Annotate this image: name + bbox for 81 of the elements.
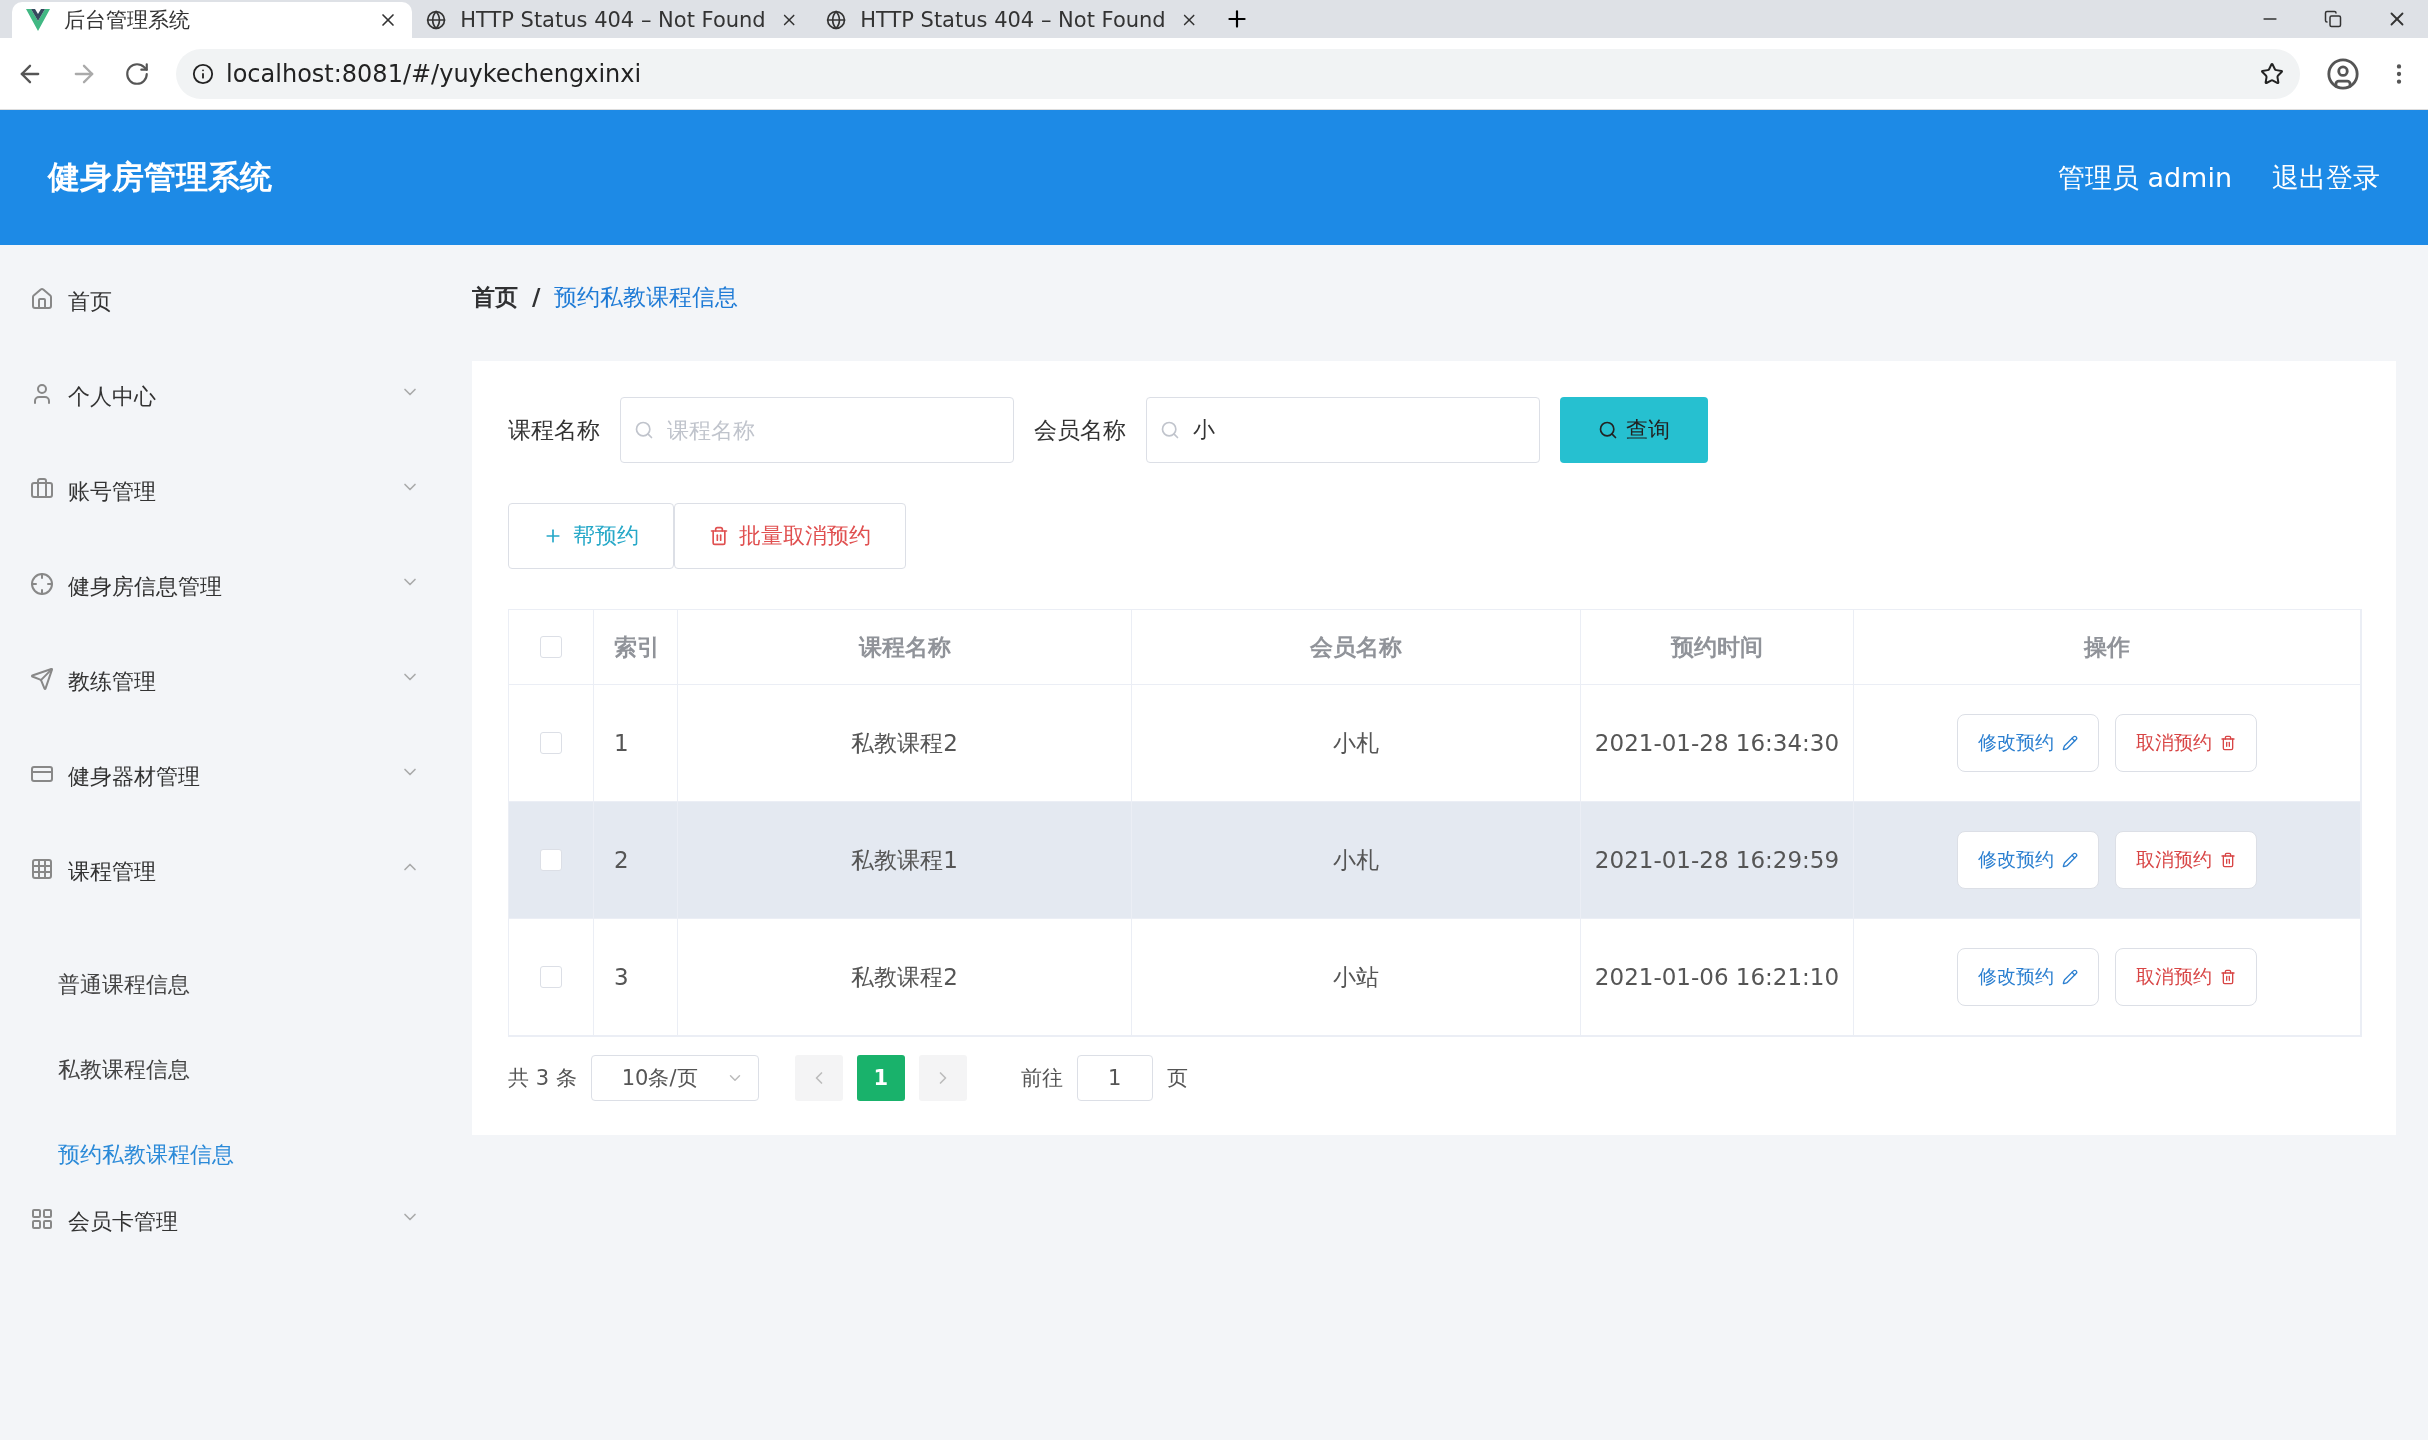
reload-icon[interactable] (124, 60, 150, 87)
star-icon[interactable] (2260, 61, 2284, 86)
trash-icon (2220, 969, 2236, 985)
home-icon (30, 287, 54, 311)
checkbox[interactable] (540, 849, 562, 871)
grid-icon (30, 857, 54, 881)
address-bar[interactable]: localhost:8081/#/yuykechengxinxi (176, 48, 2300, 99)
paper-plane-icon (30, 667, 54, 691)
v-logo-icon (26, 9, 50, 31)
sidebar-item[interactable]: 课程管理 (0, 847, 450, 942)
pencil-icon (2062, 852, 2078, 868)
table-cell: 私教课程2 (678, 919, 1132, 1035)
trash-icon (709, 526, 729, 546)
sidebar-item[interactable]: 教练管理 (0, 657, 450, 752)
goto-label: 前往 (1020, 1065, 1063, 1092)
search-field[interactable]: 小 (1146, 397, 1540, 463)
submenu-item[interactable]: 私教课程信息 (0, 1027, 450, 1112)
column-header: 操作 (1854, 610, 2361, 684)
search-field[interactable]: 课程名称 (620, 397, 1014, 463)
search-icon (1598, 420, 1618, 440)
table-cell: 2 (594, 802, 678, 918)
table-cell: 3 (594, 919, 678, 1035)
user-label: 管理员 admin (2057, 160, 2232, 195)
page-input[interactable]: 1 (1076, 1055, 1153, 1101)
globe-icon (826, 9, 847, 31)
app-title: 健身房管理系统 (48, 156, 272, 198)
batch-cancel-button[interactable]: 批量取消预约 (674, 503, 906, 569)
checkbox[interactable] (540, 732, 562, 754)
sidebar-item[interactable]: 健身器材管理 (0, 752, 450, 847)
profile-icon[interactable] (2326, 56, 2360, 91)
table-cell: 1 (594, 685, 678, 801)
checkbox[interactable] (540, 966, 562, 988)
cancel-button[interactable]: 取消预约 (2115, 948, 2257, 1006)
url-text: localhost:8081/#/yuykechengxinxi (226, 59, 642, 88)
cancel-button[interactable]: 取消预约 (2115, 714, 2257, 772)
table-cell: 小札 (1132, 685, 1581, 801)
total-count: 共 3 条 (508, 1065, 577, 1092)
sidebar-item[interactable]: 健身房信息管理 (0, 562, 450, 657)
crosshair-icon (30, 572, 54, 596)
logout-link[interactable]: 退出登录 (2272, 159, 2380, 196)
sidebar-item[interactable]: 会员卡管理 (0, 1197, 450, 1292)
column-header: 索引 (594, 610, 678, 684)
column-header: 会员名称 (1132, 610, 1581, 684)
edit-button[interactable]: 修改预约 (1957, 831, 2099, 889)
submenu-item[interactable]: 普通课程信息 (0, 942, 450, 1027)
table-cell: 2021-01-28 16:34:30 (1581, 685, 1854, 801)
sidebar-item[interactable]: 个人中心 (0, 372, 450, 467)
browser-tab[interactable]: HTTP Status 404 – Not Found (412, 2, 812, 38)
sidebar-item[interactable]: 首页 (0, 277, 450, 372)
table-cell: 2021-01-06 16:21:10 (1581, 919, 1854, 1035)
browser-tab[interactable]: 后台管理系统 (12, 2, 412, 38)
table-cell: 小札 (1132, 802, 1581, 918)
pencil-icon (2062, 969, 2078, 985)
table-cell: 小站 (1132, 919, 1581, 1035)
sidebar-item[interactable]: 账号管理 (0, 467, 450, 562)
breadcrumb-link[interactable]: 首页 (472, 281, 518, 313)
pencil-icon (2062, 735, 2078, 751)
column-header: 预约时间 (1581, 610, 1854, 684)
page-size-select[interactable]: 10条/页 (590, 1055, 759, 1101)
trash-icon (2220, 735, 2236, 751)
edit-button[interactable]: 修改预约 (1957, 948, 2099, 1006)
briefcase-icon (30, 477, 54, 501)
table-cell: 私教课程1 (678, 802, 1132, 918)
browser-tab[interactable]: HTTP Status 404 – Not Found (812, 2, 1212, 38)
restore-icon[interactable] (2324, 10, 2342, 28)
info-icon (192, 62, 214, 85)
table-cell: 私教课程2 (678, 685, 1132, 801)
field-label: 会员名称 (1034, 415, 1126, 445)
breadcrumb-separator: / (532, 284, 541, 310)
column-header: 课程名称 (678, 610, 1132, 684)
trash-icon (2220, 852, 2236, 868)
search-button[interactable]: 查询 (1560, 397, 1708, 463)
edit-button[interactable]: 修改预约 (1957, 714, 2099, 772)
table-cell: 2021-01-28 16:29:59 (1581, 802, 1854, 918)
breadcrumb-link[interactable]: 预约私教课程信息 (554, 281, 739, 313)
cancel-button[interactable]: 取消预约 (2115, 831, 2257, 889)
tiles-icon (30, 1207, 54, 1231)
page-suffix: 页 (1166, 1065, 1188, 1092)
field-label: 课程名称 (508, 415, 600, 445)
globe-icon (426, 9, 447, 31)
checkbox[interactable] (540, 636, 562, 658)
